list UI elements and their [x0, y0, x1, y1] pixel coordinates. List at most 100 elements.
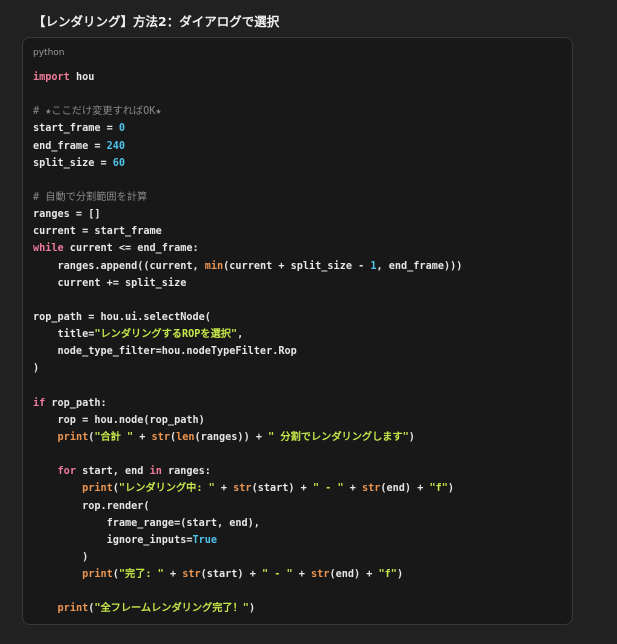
builtin-token: len — [176, 431, 195, 443]
string-token: "レンダリング中: " — [118, 483, 215, 495]
plain-token: ranges: — [161, 466, 211, 478]
string-token: "レンダリングするROPを選択" — [94, 329, 238, 341]
code-line: current = start_frame — [33, 223, 462, 240]
code-line: ranges = [] — [33, 206, 462, 223]
plain-token: (ranges)) + — [194, 431, 269, 443]
plain-token: (start) + — [251, 483, 313, 495]
builtin-token: str — [311, 569, 330, 581]
builtin-token: str — [182, 569, 201, 581]
plain-token: + — [163, 569, 183, 581]
plain-token: hou — [69, 72, 95, 83]
plain-token: (end) + — [329, 569, 379, 581]
keyword-token: for — [57, 466, 76, 478]
plain-token: ) — [248, 603, 256, 615]
string-token: " - " — [312, 483, 344, 495]
builtin-token: print — [57, 431, 89, 443]
code-line: ) — [33, 549, 462, 566]
code-line: rop_path = hou.ui.selectNode( — [33, 309, 462, 326]
number-token: 240 — [106, 140, 126, 152]
plain-token: node_type_filter=hou.nodeTypeFilter.Rop — [33, 346, 297, 358]
plain-token: ignore_inputs= — [33, 534, 193, 546]
code-language-label: python — [33, 48, 65, 58]
string-token: "f" — [429, 483, 448, 495]
plain-token: + — [133, 431, 152, 443]
code-line: ) — [33, 360, 462, 377]
code-content: import hou # ★ここだけ変更すればOK★ start_frame = … — [33, 69, 462, 618]
code-line: title="レンダリングするROPを選択", — [33, 326, 462, 343]
plain-token: ) — [447, 483, 455, 495]
keyword-token: if — [33, 397, 46, 409]
plain-token: ) — [396, 569, 404, 581]
number-token: 60 — [112, 157, 126, 169]
plain-token: + — [292, 569, 312, 581]
plain-token: (current + split_size - — [223, 260, 371, 272]
plain-token: frame_range=(start, end), — [33, 517, 260, 529]
keyword-token: import — [33, 72, 70, 83]
code-line: # 自動で分割範囲を計算 — [33, 189, 462, 206]
builtin-token: min — [204, 260, 224, 272]
plain-token: current = start_frame — [33, 226, 162, 238]
plain-token: current <= end_frame: — [63, 243, 199, 255]
string-token: " - " — [261, 569, 293, 581]
code-line: # ★ここだけ変更すればOK★ — [33, 103, 462, 120]
plain-token: rop_path: — [45, 397, 107, 409]
plain-token: start_frame = — [33, 123, 119, 135]
string-token: "全フレームレンダリング完了！" — [94, 603, 249, 615]
plain-token: end_frame = — [33, 140, 107, 152]
code-line: for start, end in ranges: — [33, 463, 462, 480]
code-line: print("全フレームレンダリング完了！") — [33, 600, 462, 617]
code-line: print("完了: " + str(start) + " - " + str(… — [33, 566, 462, 583]
section-heading: 【レンダリング】方法2：ダイアログで選択 — [33, 14, 280, 29]
plain-token: ) — [33, 363, 40, 375]
code-line: node_type_filter=hou.nodeTypeFilter.Rop — [33, 343, 462, 360]
string-token: "完了: " — [118, 569, 164, 581]
code-line: start_frame = 0 — [33, 120, 462, 137]
code-block: python import hou # ★ここだけ変更すればOK★ start_f… — [22, 37, 573, 625]
plain-token: ranges.append((current, — [33, 260, 205, 272]
code-line: while current <= end_frame: — [33, 240, 462, 257]
builtin-token: str — [151, 431, 170, 443]
builtin-token: print — [57, 603, 89, 615]
plain-token: rop = hou.node(rop_path) — [33, 414, 205, 426]
plain-token: ) — [33, 551, 89, 563]
keyword-token: while — [33, 243, 64, 255]
string-token: "f" — [378, 569, 397, 581]
plain-token: ) — [408, 431, 415, 443]
keyword-token: in — [149, 466, 162, 478]
plain-token: rop.render( — [33, 500, 150, 512]
boolean-token: True — [192, 534, 218, 546]
plain-token: split_size = — [33, 157, 113, 169]
code-line: if rop_path: — [33, 395, 462, 412]
code-line: print("レンダリング中: " + str(start) + " - " +… — [33, 480, 462, 497]
builtin-token: str — [233, 483, 252, 495]
comment-token: # 自動で分割範囲を計算 — [33, 191, 148, 203]
plain-token: (start) + — [200, 569, 262, 581]
code-line: print("合計 " + str(len(ranges)) + " 分割でレン… — [33, 429, 462, 446]
plain-token: start, end — [75, 466, 150, 478]
code-line: import hou — [33, 69, 462, 86]
plain-token: ranges = [] — [33, 209, 101, 221]
code-line: ranges.append((current, min(current + sp… — [33, 258, 463, 275]
comment-token: # ★ここだけ変更すればOK★ — [33, 106, 162, 118]
string-token: "合計 " — [94, 431, 134, 443]
number-token: 0 — [118, 123, 126, 135]
code-line: rop = hou.node(rop_path) — [33, 412, 462, 429]
code-line: ignore_inputs=True — [33, 532, 462, 549]
plain-token: title= — [33, 329, 95, 341]
plain-token: (end) + — [380, 483, 430, 495]
plain-token: + — [214, 483, 234, 495]
plain-token: + — [343, 483, 362, 495]
code-line: rop.render( — [33, 498, 462, 515]
plain-token: , end_frame))) — [376, 260, 463, 272]
plain-token: current += split_size — [33, 277, 187, 289]
plain-token: , — [237, 329, 244, 341]
